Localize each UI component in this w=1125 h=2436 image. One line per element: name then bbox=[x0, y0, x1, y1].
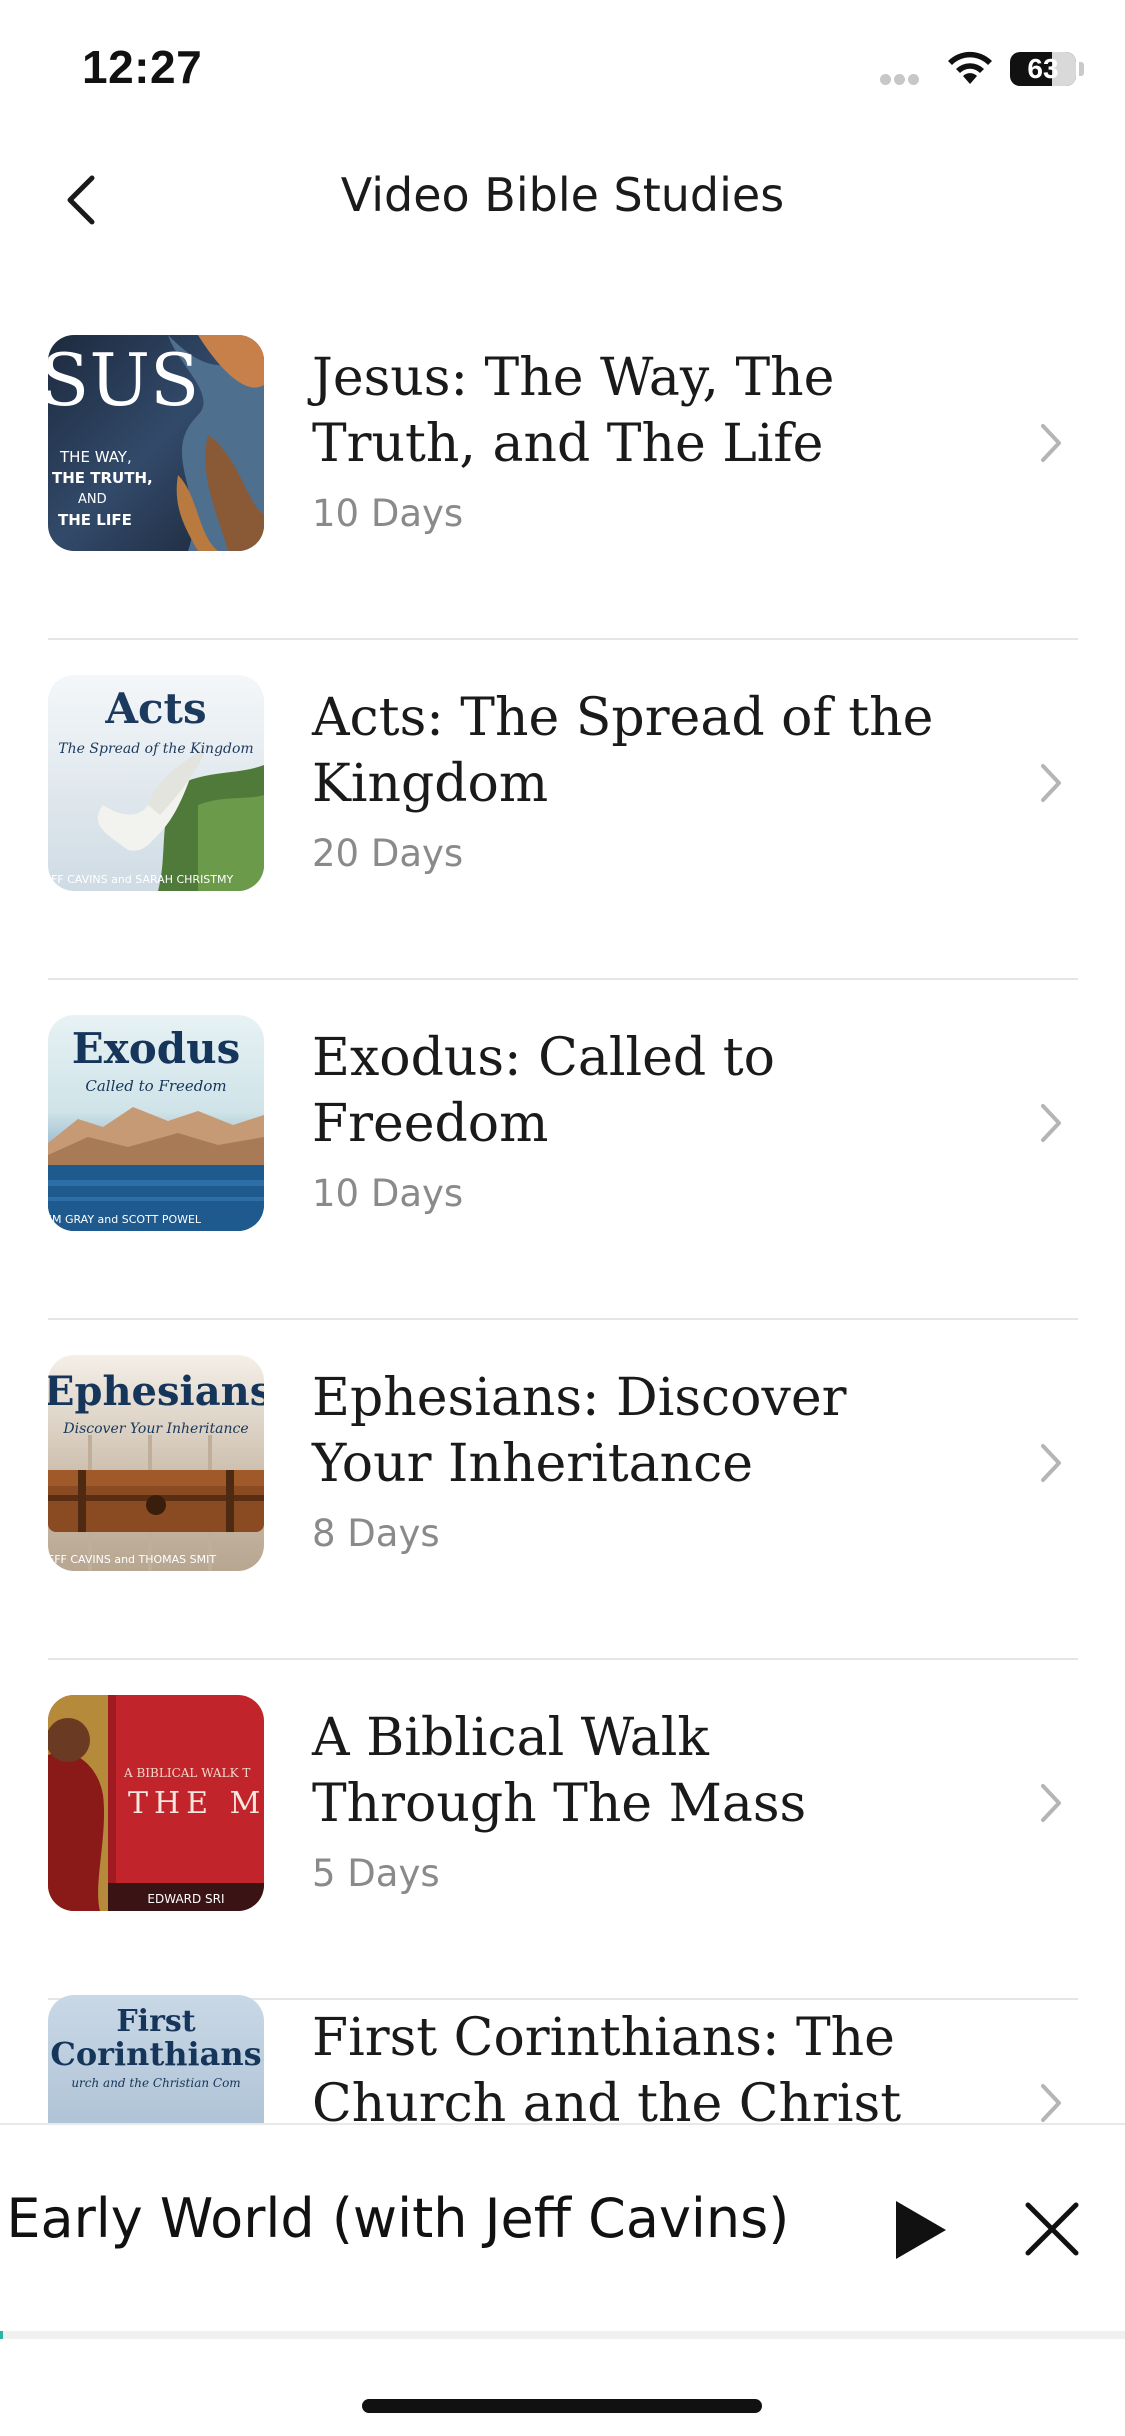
study-days: 8 Days bbox=[312, 1512, 440, 1555]
svg-text:Corinthians: Corinthians bbox=[50, 2035, 261, 2073]
svg-text:Acts: Acts bbox=[104, 684, 206, 733]
battery-cap bbox=[1079, 62, 1084, 76]
study-title: Ephesians: Discover Your Inheritance bbox=[312, 1368, 847, 1494]
now-playing-text: e Early World (with Jeff Cavins) bbox=[0, 2187, 790, 2250]
svg-text:THE M: THE M bbox=[128, 1786, 264, 1821]
status-time: 12:27 bbox=[82, 41, 203, 93]
svg-text:First: First bbox=[116, 2004, 195, 2039]
svg-text:EFF CAVINS and SARAH CHRISTMY: EFF CAVINS and SARAH CHRISTMY bbox=[48, 873, 234, 886]
svg-text:Exodus: Exodus bbox=[72, 1024, 241, 1073]
chevron-right-icon bbox=[1041, 1444, 1061, 1482]
svg-text:THE LIFE: THE LIFE bbox=[58, 511, 132, 529]
svg-text:urch and the Christian Com: urch and the Christian Com bbox=[71, 2076, 240, 2090]
cellular-signal-icon bbox=[880, 70, 922, 85]
study-days: 20 Days bbox=[312, 832, 464, 875]
list-item-corinthians[interactable]: First Corinthians urch and the Christian… bbox=[0, 1994, 1125, 2124]
study-days: 5 Days bbox=[312, 1852, 440, 1895]
page-title: Video Bible Studies bbox=[340, 168, 785, 222]
status-bar: 12:27 63 bbox=[0, 0, 1125, 135]
close-button[interactable] bbox=[1020, 2197, 1084, 2261]
study-thumbnail-mass: A BIBLICAL WALK T THE M EDWARD SRI bbox=[48, 1695, 264, 1911]
svg-text:A BIBLICAL WALK T: A BIBLICAL WALK T bbox=[123, 1766, 250, 1780]
play-button[interactable] bbox=[890, 2197, 950, 2263]
svg-text:AND: AND bbox=[78, 492, 107, 507]
study-days: 10 Days bbox=[312, 492, 464, 535]
study-thumbnail-ephesians: Ephesians Discover Your Inheritance JEFF… bbox=[48, 1355, 264, 1571]
study-thumbnail-corinthians: First Corinthians urch and the Christian… bbox=[48, 1995, 264, 2124]
study-title: Acts: The Spread of the Kingdom bbox=[312, 688, 934, 814]
study-title: A Biblical Walk Through The Mass bbox=[312, 1708, 807, 1834]
svg-text:JEFF CAVINS and THOMAS SMIT: JEFF CAVINS and THOMAS SMIT bbox=[48, 1553, 216, 1566]
study-title: First Corinthians: The Church and the Ch… bbox=[312, 2008, 902, 2124]
chevron-right-icon bbox=[1041, 2084, 1061, 2122]
home-indicator[interactable] bbox=[362, 2399, 762, 2413]
study-thumbnail-acts: Acts The Spread of the Kingdom EFF CAVIN… bbox=[48, 675, 264, 891]
screen: 12:27 63 Video Bible Studies SUS THE WAY… bbox=[0, 0, 1125, 2436]
battery-level: 63 bbox=[1027, 53, 1059, 84]
thumb-jesus-big: SUS bbox=[48, 338, 199, 422]
nav-header: Video Bible Studies bbox=[0, 150, 1125, 250]
chevron-right-icon bbox=[1041, 1104, 1061, 1142]
chevron-right-icon bbox=[1041, 764, 1061, 802]
home-area bbox=[0, 2339, 1125, 2436]
study-thumbnail-jesus: SUS THE WAY, THE TRUTH, AND THE LIFE bbox=[48, 335, 264, 551]
svg-text:Discover Your Inheritance: Discover Your Inheritance bbox=[62, 1421, 248, 1437]
svg-text:Called to Freedom: Called to Freedom bbox=[85, 1077, 226, 1095]
study-days: 10 Days bbox=[312, 1172, 464, 1215]
list-item-exodus[interactable]: Exodus Called to Freedom TIM GRAY and SC… bbox=[0, 980, 1125, 1320]
close-icon bbox=[1025, 2202, 1079, 2256]
wifi-icon bbox=[948, 51, 992, 84]
now-playing-title[interactable]: e Early World (with Jeff Cavins) bbox=[0, 2165, 860, 2265]
svg-text:THE TRUTH,: THE TRUTH, bbox=[52, 469, 153, 487]
svg-text:THE WAY,: THE WAY, bbox=[59, 448, 132, 466]
svg-text:The Spread of the Kingdom: The Spread of the Kingdom bbox=[58, 741, 253, 757]
svg-text:Ephesians: Ephesians bbox=[48, 1368, 264, 1415]
battery-icon: 63 bbox=[1010, 52, 1076, 86]
study-title: Jesus: The Way, The Truth, and The Life bbox=[312, 348, 835, 474]
list-item-ephesians[interactable]: Ephesians Discover Your Inheritance JEFF… bbox=[0, 1320, 1125, 1660]
study-thumbnail-exodus: Exodus Called to Freedom TIM GRAY and SC… bbox=[48, 1015, 264, 1231]
list-item-jesus[interactable]: SUS THE WAY, THE TRUTH, AND THE LIFE Jes… bbox=[0, 300, 1125, 640]
chevron-right-icon bbox=[1041, 1784, 1061, 1822]
svg-text:TIM GRAY and SCOTT POWEL: TIM GRAY and SCOTT POWEL bbox=[48, 1213, 202, 1226]
play-icon bbox=[896, 2201, 946, 2259]
list-item-acts[interactable]: Acts The Spread of the Kingdom EFF CAVIN… bbox=[0, 640, 1125, 980]
chevron-right-icon bbox=[1041, 424, 1061, 462]
mini-player[interactable]: e Early World (with Jeff Cavins) bbox=[0, 2123, 1125, 2341]
study-title: Exodus: Called to Freedom bbox=[312, 1028, 775, 1154]
list-item-inner: First Corinthians urch and the Christian… bbox=[0, 1994, 1125, 2124]
svg-text:EDWARD SRI: EDWARD SRI bbox=[147, 1892, 224, 1906]
list-item-mass[interactable]: A BIBLICAL WALK T THE M EDWARD SRI A Bib… bbox=[0, 1660, 1125, 2000]
